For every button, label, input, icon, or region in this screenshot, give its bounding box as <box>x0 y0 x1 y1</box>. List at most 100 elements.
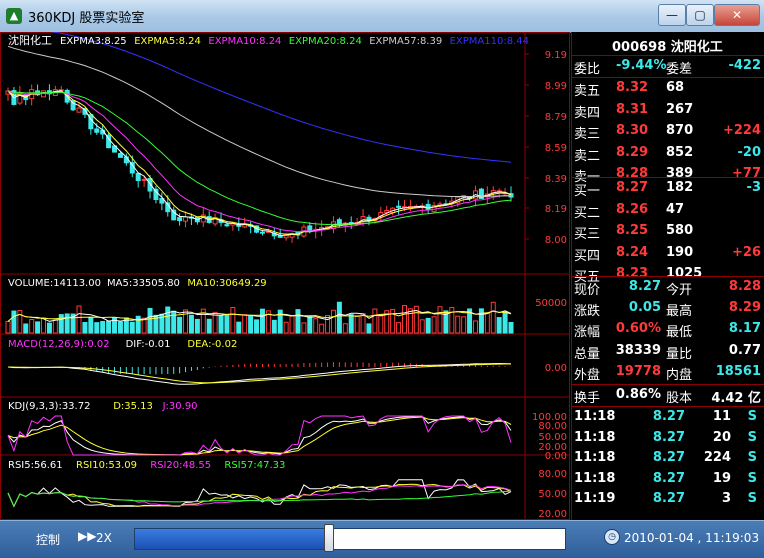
volume-bar <box>348 314 354 334</box>
rsi-label: RSI10:53.09 <box>76 460 137 471</box>
volume-bar <box>52 318 58 334</box>
volume-bar <box>248 315 254 334</box>
stat-value: 8.29 <box>728 300 761 316</box>
volume-bar <box>449 306 455 334</box>
stock-name-label: 沈阳化工 <box>8 33 52 47</box>
volume-label: MA5:33505.80 <box>107 278 180 289</box>
tick-volume: 20 <box>712 429 731 445</box>
ask-label: 卖四 <box>574 105 601 121</box>
candle <box>396 205 402 208</box>
tick-row: 11:18 8.27 11 S <box>572 407 764 428</box>
bid-label: 买四 <box>574 248 601 264</box>
ask-change: +224 <box>722 123 761 138</box>
ask-volume: 852 <box>666 144 694 160</box>
volume-bar <box>88 316 94 334</box>
stat-value: 18561 <box>715 363 761 379</box>
close-button[interactable]: ✕ <box>714 4 760 26</box>
ask-volume: 870 <box>666 123 694 138</box>
expma-label: EXPMA57:8.39 <box>369 36 442 47</box>
stock-header: 000698 沈阳化工 <box>572 34 764 55</box>
control-button[interactable]: 控制 <box>36 531 60 548</box>
volume-bar <box>283 321 289 334</box>
volume-bar <box>313 318 319 334</box>
volume-bar <box>147 307 153 334</box>
volume-bar <box>76 305 82 334</box>
line-expma57 <box>7 45 511 197</box>
expma-label: EXPMA3:8.25 <box>60 36 127 47</box>
stat-label: 内盘 <box>666 367 693 383</box>
progress-track[interactable] <box>134 528 566 550</box>
tick-price: 8.27 <box>652 470 685 486</box>
bid-row: 买四 8.24 190 +26 <box>572 243 764 264</box>
macd-dea-line <box>7 363 511 384</box>
volume-bar <box>437 306 443 334</box>
volume-bar <box>425 317 431 334</box>
clock-icon: ◷ <box>604 529 620 545</box>
volume-bar <box>295 309 301 334</box>
minimize-button[interactable]: — <box>658 4 686 26</box>
volume-bar <box>165 306 171 334</box>
stock-app-icon: ▲ <box>6 8 22 24</box>
volume-bar <box>254 319 260 334</box>
tick-time: 11:18 <box>574 450 616 465</box>
stock-chart[interactable]: 沈阳化工 EXPMA3:8.25 EXPMA5:8.24 EXPMA10:8.24 EX… <box>0 22 570 520</box>
tick-time: 11:18 <box>574 429 616 445</box>
title-bar[interactable]: ▲ 360KDJ 股票实验室 — ▢ ✕ <box>0 0 764 33</box>
price-axis-tick: 8.00 <box>545 235 567 246</box>
ask-price: 8.29 <box>616 144 649 160</box>
stat-label: 今开 <box>666 283 693 298</box>
candle <box>94 128 100 133</box>
volume-bar <box>100 320 106 334</box>
volume-bar <box>277 309 283 334</box>
stat-row: 外盘 19778 内盘 18561 <box>572 362 764 383</box>
bid-volume: 190 <box>666 244 694 260</box>
weibi-label: 委比 <box>574 62 601 77</box>
playback-bar: 控制 ▶▶ 2X ◷ 2010-01-04 , 11:19:03 <box>0 520 764 558</box>
stat-row: 涨跌 0.05 最高 8.29 <box>572 298 764 319</box>
volume-bar <box>378 315 384 334</box>
kdj-label: KDJ(9,3,3):33.72 <box>8 401 90 412</box>
volume-bar <box>230 307 236 334</box>
tick-volume: 19 <box>712 470 731 486</box>
tick-price: 8.27 <box>652 450 685 465</box>
tick-time: 11:18 <box>574 409 616 424</box>
bid-row: 买一 8.27 182 -3 <box>572 178 764 199</box>
volume-bar <box>58 314 64 334</box>
window-title: 360KDJ 股票实验室 <box>28 11 145 26</box>
volume-bar <box>271 319 277 334</box>
macd-label: DEA:-0.02 <box>187 339 237 350</box>
tick-side: S <box>747 429 757 445</box>
chart-frame <box>0 32 570 520</box>
volume-bar <box>419 319 425 334</box>
volume-bar <box>342 323 348 334</box>
rsi-label: RSI20:48.55 <box>150 460 211 471</box>
capital-label: 股本 <box>666 391 693 406</box>
volume-bar <box>23 323 29 334</box>
maximize-button[interactable]: ▢ <box>686 4 714 26</box>
macd-label: MACD(12,26,9):0.02 <box>8 339 110 350</box>
ask-volume: 68 <box>666 80 685 95</box>
candle <box>177 217 183 222</box>
turnover-row: 换手 0.86% 股本 4.42 亿 <box>572 385 764 406</box>
turnover-label: 换手 <box>574 391 601 406</box>
fast-forward-icon[interactable]: ▶▶ <box>78 529 96 543</box>
volume-bar <box>46 322 52 334</box>
speed-label[interactable]: 2X <box>96 531 112 545</box>
volume-bar <box>35 321 41 334</box>
bid-row: 买三 8.25 580 <box>572 221 764 242</box>
quote-panel: 000698 沈阳化工 委比 -9.44% 委差 -422 卖五 8.32 68 卖四 8.31 2… <box>571 32 764 520</box>
ask-row: 卖二 8.29 852 -20 <box>572 143 764 164</box>
bid-price: 8.24 <box>616 244 649 260</box>
rsi-label: RSI5:56.61 <box>8 460 63 471</box>
chart-area[interactable]: 沈阳化工 EXPMA3:8.25 EXPMA5:8.24 EXPMA10:8.24 EX… <box>0 22 570 520</box>
stat-value: 38339 <box>615 342 661 358</box>
volume-bar <box>330 309 336 334</box>
ask-row: 卖四 8.31 267 <box>572 100 764 121</box>
volume-bar <box>478 308 484 334</box>
progress-thumb[interactable] <box>323 524 334 552</box>
volume-bar <box>508 321 514 334</box>
stat-value: 8.28 <box>728 279 761 294</box>
tick-price: 8.27 <box>652 429 685 445</box>
bid-volume: 580 <box>666 223 694 238</box>
weicha-value: -422 <box>728 58 761 73</box>
